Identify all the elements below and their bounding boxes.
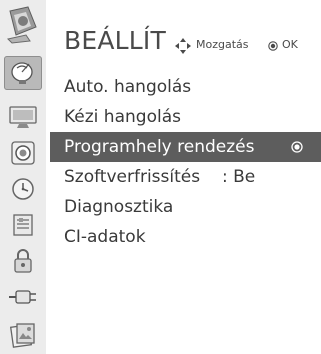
menu-item-label: Programhely rendezés [64,137,255,157]
menu-item-software-update[interactable]: Szoftverfrissítés : Be [50,162,321,192]
time-icon[interactable] [4,172,42,206]
antenna-icon[interactable] [4,56,42,90]
ok-hint-label: OK [282,38,298,51]
menu-header: BEÁLLÍT Mozgatás OK [46,0,321,64]
move-arrows-icon [175,38,191,54]
option-icon[interactable] [4,208,42,242]
menu-item-auto-tuning[interactable]: Auto. hangolás [50,72,321,102]
menu-item-ci-info[interactable]: CI-adatok [50,222,321,252]
setup-menu-panel: BEÁLLÍT Mozgatás OK Auto. hangolás Kézi … [46,0,321,354]
picture-icon[interactable] [4,100,42,134]
tv-setup-icon [2,2,44,48]
menu-item-label: Auto. hangolás [64,77,192,97]
lock-icon[interactable] [4,244,42,278]
ok-button-icon [268,41,278,51]
menu-item-label: Diagnosztika [64,197,174,217]
menu-item-label: Kézi hangolás [64,107,181,127]
category-sidebar [0,0,46,354]
media-icon[interactable] [4,318,42,352]
menu-item-manual-tuning[interactable]: Kézi hangolás [50,102,321,132]
menu-item-program-edit[interactable]: Programhely rendezés [50,132,321,162]
setup-menu-list: Auto. hangolás Kézi hangolás Programhely… [50,72,321,252]
menu-item-diagnostics[interactable]: Diagnosztika [50,192,321,222]
page-title: BEÁLLÍT [64,26,166,55]
move-hint-label: Mozgatás [196,38,249,51]
menu-item-label: Szoftverfrissítés [64,167,201,187]
ok-select-icon [291,141,303,153]
menu-item-label: CI-adatok [64,227,146,247]
audio-icon[interactable] [4,136,42,170]
input-icon[interactable] [4,280,42,314]
software-update-value: : Be [222,167,256,187]
